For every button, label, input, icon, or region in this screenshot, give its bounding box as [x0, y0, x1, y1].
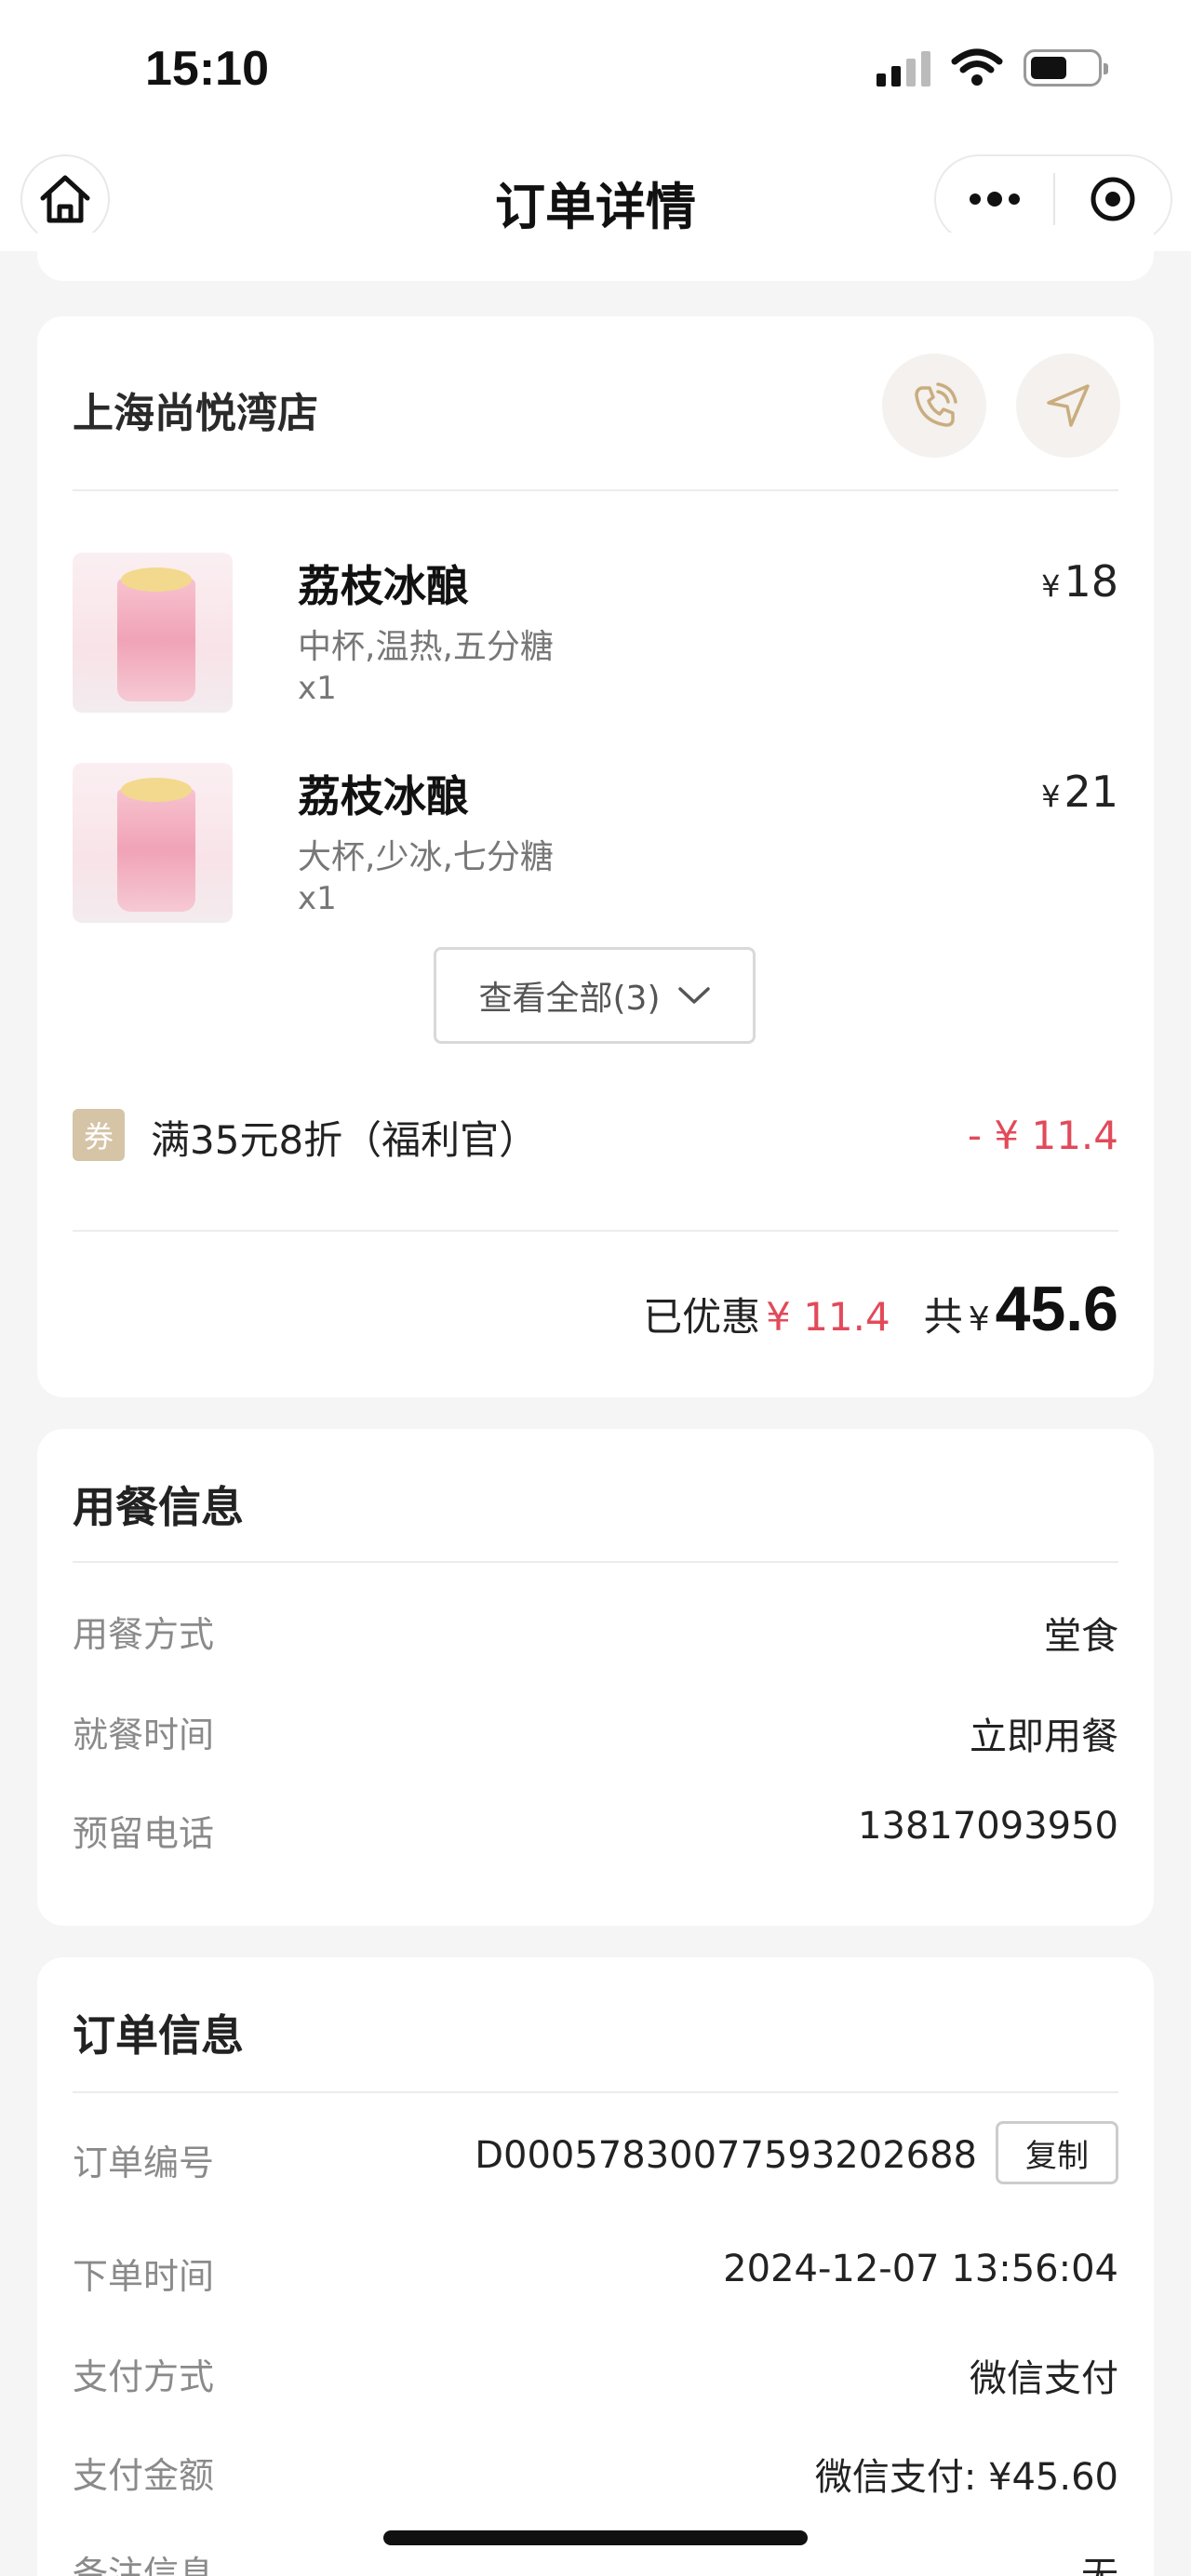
order-number: D0005783007759320268​8 [475, 2134, 977, 2177]
info-value: 堂食 [1044, 1615, 1118, 1658]
copy-button[interactable]: 复制 [996, 2121, 1118, 2184]
info-row: 备注信息 无 [73, 2545, 1118, 2576]
info-row: 支付金额 微信支付: ¥45.60 [73, 2447, 1118, 2503]
coupon-text: 满35元8折（福利官） [151, 1117, 539, 1163]
info-key: 支付方式 [73, 2356, 215, 2397]
navigate-store-button[interactable] [1016, 354, 1120, 458]
info-key: 预留电话 [73, 1813, 215, 1854]
info-row: 支付方式 微信支付 [73, 2348, 1118, 2404]
coupon-badge: 券 [73, 1109, 125, 1161]
wifi-icon [951, 48, 1003, 87]
chevron-down-icon [677, 987, 710, 1004]
info-row: 下单时间 2024-12-07 13:56:04 [73, 2248, 1118, 2303]
info-key: 支付金额 [73, 2455, 215, 2496]
discount-value: ¥ 11.4 [766, 1294, 890, 1340]
close-miniprogram-button[interactable] [1055, 156, 1171, 242]
more-button[interactable] [936, 156, 1053, 242]
info-value: 微信支付 [970, 2357, 1118, 2400]
info-key: 订单编号 [73, 2142, 215, 2183]
divider [73, 489, 1118, 491]
divider [73, 2091, 1118, 2093]
item-qty: x1 [298, 670, 337, 707]
order-number-row: 订单编号 D0005783007759320268​8 复制 [73, 2121, 1118, 2190]
product-image [73, 763, 233, 923]
store-name: 上海尚悦湾店 [73, 390, 318, 437]
total-label: 共 [923, 1294, 963, 1340]
item-name: 荔枝冰酿 [298, 561, 469, 611]
previous-card-bottom [37, 233, 1154, 281]
info-key: 下单时间 [73, 2256, 215, 2297]
item-price: ¥21 [1041, 767, 1118, 817]
coupon-amount: - ¥ 11.4 [967, 1113, 1118, 1158]
view-all-button[interactable]: 查看全部(3) [434, 947, 756, 1044]
home-indicator[interactable] [383, 2530, 808, 2545]
status-icons [877, 48, 1108, 87]
dine-info-card: 用餐信息 用餐方式 堂食 就餐时间 立即用餐 预留电话 13817093950 [37, 1429, 1154, 1926]
item-spec: 中杯,温热,五分糖 [298, 628, 554, 666]
info-value: 微信支付: ¥45.60 [814, 2456, 1118, 2499]
view-all-label: 查看全部(3) [478, 980, 661, 1018]
item-price: ¥18 [1041, 556, 1118, 607]
order-item: 荔枝冰酿 中杯,温热,五分糖 x1 ¥18 [73, 553, 1118, 720]
navigation-arrow-icon [1047, 384, 1090, 427]
order-items-card: 上海尚悦湾店 荔枝冰酿 中杯,温热,五分糖 x1 ¥18 荔枝冰酿 大杯,少冰,… [37, 316, 1154, 1397]
order-summary: 已优惠 ¥ 11.4 共 ¥ 45.6 [643, 1273, 1118, 1345]
info-key: 就餐时间 [73, 1715, 215, 1755]
info-key: 用餐方式 [73, 1614, 215, 1655]
status-time: 15:10 [145, 42, 269, 96]
info-key: 备注信息 [73, 2554, 215, 2576]
discount-label: 已优惠 [643, 1294, 761, 1340]
order-info-card: 订单信息 订单编号 D0005783007759320268​8 复制 下单时间… [37, 1957, 1154, 2576]
cellular-signal-icon [877, 49, 930, 87]
section-title: 订单信息 [73, 2010, 244, 2061]
more-dots-icon [970, 194, 981, 205]
item-spec: 大杯,少冰,七分糖 [298, 838, 554, 876]
call-store-button[interactable] [882, 354, 986, 458]
item-name: 荔枝冰酿 [298, 771, 469, 821]
item-qty: x1 [298, 880, 337, 917]
info-row: 就餐时间 立即用餐 [73, 1706, 1118, 1762]
order-item: 荔枝冰酿 大杯,少冰,七分糖 x1 ¥21 [73, 763, 1118, 930]
total-value: 45.6 [995, 1274, 1118, 1344]
info-value: 2024-12-07 13:56:04 [723, 2248, 1118, 2290]
target-icon [1091, 177, 1135, 221]
total-currency: ¥ [968, 1301, 990, 1339]
info-row: 用餐方式 堂食 [73, 1606, 1118, 1662]
phone-icon [915, 382, 957, 427]
phone-number: 13817093950 [858, 1805, 1118, 1848]
section-title: 用餐信息 [73, 1482, 244, 1532]
battery-icon [1024, 49, 1108, 87]
info-row: 预留电话 13817093950 [73, 1805, 1118, 1861]
status-bar: 15:10 [0, 0, 1191, 140]
miniprogram-capsule [934, 154, 1172, 244]
info-value: 立即用餐 [970, 1715, 1118, 1758]
product-image [73, 553, 233, 713]
info-value: 无 [1081, 2555, 1118, 2576]
divider [73, 1561, 1118, 1563]
divider [73, 1230, 1118, 1232]
